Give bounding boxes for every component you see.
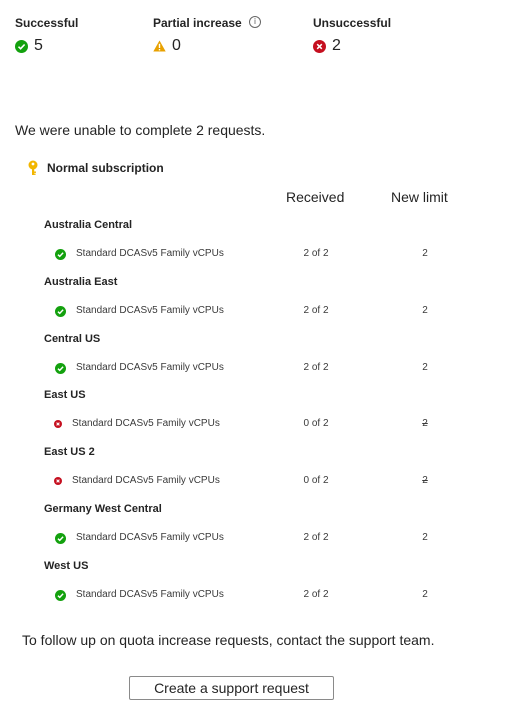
region-name: East US — [44, 389, 86, 401]
quota-row: Standard DCASv5 Family vCPUs 0 of 2 2 — [0, 474, 515, 490]
region-name: Germany West Central — [44, 503, 162, 515]
successful-label: Successful — [15, 16, 79, 30]
successful-count-value: 5 — [34, 37, 43, 54]
unsuccessful-label: Unsuccessful — [313, 16, 392, 30]
resource-name: Standard DCASv5 Family vCPUs — [76, 362, 224, 373]
unsuccessful-count-value: 2 — [332, 37, 341, 54]
quota-row: Standard DCASv5 Family vCPUs 2 of 2 2 — [0, 588, 515, 604]
error-circle-icon — [313, 39, 326, 53]
resource-name: Standard DCASv5 Family vCPUs — [76, 305, 224, 316]
quota-row: Standard DCASv5 Family vCPUs 2 of 2 2 — [0, 247, 515, 263]
region-name: East US 2 — [44, 446, 95, 458]
region-name: Australia East — [44, 276, 118, 288]
received-value: 0 of 2 — [303, 418, 329, 429]
error-circle-icon — [54, 477, 62, 488]
check-circle-icon — [15, 39, 28, 53]
new-limit-value: 2 — [422, 589, 428, 600]
create-support-request-button[interactable]: Create a support request — [129, 676, 334, 700]
check-circle-icon — [55, 590, 66, 604]
info-icon[interactable]: i — [249, 16, 261, 28]
region-name: West US — [44, 560, 89, 572]
key-icon — [27, 160, 39, 176]
quota-row: Standard DCASv5 Family vCPUs 2 of 2 2 — [0, 361, 515, 377]
resource-name: Standard DCASv5 Family vCPUs — [72, 418, 220, 429]
column-header-received: Received — [286, 189, 345, 205]
check-circle-icon — [55, 249, 66, 263]
new-limit-value: 2 — [422, 248, 428, 259]
resource-name: Standard DCASv5 Family vCPUs — [72, 475, 220, 486]
resource-name: Standard DCASv5 Family vCPUs — [76, 248, 224, 259]
warning-icon — [153, 40, 166, 52]
new-limit-value: 2 — [422, 305, 428, 316]
received-value: 2 of 2 — [303, 362, 329, 373]
quota-row: Standard DCASv5 Family vCPUs 0 of 2 2 — [0, 417, 515, 433]
subscription-name: Normal subscription — [47, 161, 164, 175]
footer-text: To follow up on quota increase requests,… — [22, 632, 435, 648]
received-value: 0 of 2 — [303, 475, 329, 486]
region-name: Central US — [44, 333, 101, 345]
new-limit-value: 2 — [422, 362, 428, 373]
resource-name: Standard DCASv5 Family vCPUs — [76, 589, 224, 600]
partial-count: 0 — [153, 37, 181, 55]
partial-label: Partial increase — [153, 16, 242, 30]
check-circle-icon — [55, 306, 66, 320]
result-message: We were unable to complete 2 requests. — [15, 122, 266, 138]
resource-name: Standard DCASv5 Family vCPUs — [76, 532, 224, 543]
unsuccessful-count: 2 — [313, 37, 341, 55]
subscription-header: Normal subscription — [27, 160, 164, 176]
quota-row: Standard DCASv5 Family vCPUs 2 of 2 2 — [0, 304, 515, 320]
check-circle-icon — [55, 363, 66, 377]
new-limit-value: 2 — [422, 475, 428, 486]
partial-count-value: 0 — [172, 37, 181, 54]
column-header-new-limit: New limit — [391, 189, 448, 205]
received-value: 2 of 2 — [303, 248, 329, 259]
successful-count: 5 — [15, 37, 43, 55]
received-value: 2 of 2 — [303, 589, 329, 600]
quota-row: Standard DCASv5 Family vCPUs 2 of 2 2 — [0, 531, 515, 547]
new-limit-value: 2 — [422, 532, 428, 543]
error-circle-icon — [54, 420, 62, 431]
region-name: Australia Central — [44, 219, 133, 231]
received-value: 2 of 2 — [303, 305, 329, 316]
check-circle-icon — [55, 533, 66, 547]
new-limit-value: 2 — [422, 418, 428, 429]
received-value: 2 of 2 — [303, 532, 329, 543]
